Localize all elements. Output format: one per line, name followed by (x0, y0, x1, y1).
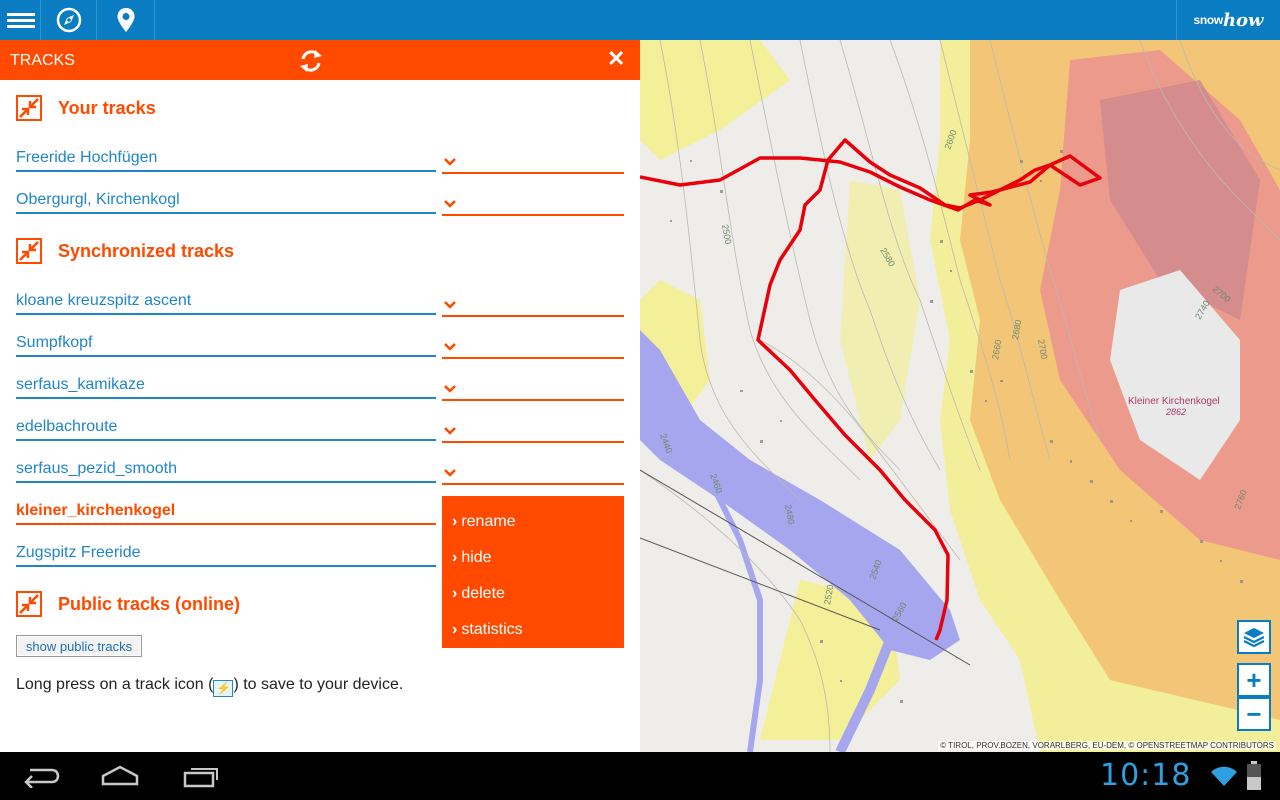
location-button[interactable] (97, 0, 155, 40)
track-context-menu: › rename › hide › delete › statistics (442, 496, 624, 648)
chevron-down-icon (444, 200, 456, 208)
track-row[interactable]: kloane kreuzspitz ascent (16, 281, 624, 317)
system-nav-bar: 10:18 (0, 752, 1280, 800)
top-bar: snow how (0, 0, 1280, 40)
section-synchronized-tracks[interactable]: Synchronized tracks (16, 236, 234, 266)
track-dropdown[interactable] (442, 180, 624, 216)
zoom-in-button[interactable]: + (1237, 663, 1271, 697)
track-name[interactable]: kloane kreuzspitz ascent (16, 281, 436, 315)
menu-item-delete[interactable]: › delete (452, 585, 505, 603)
layers-button[interactable] (1237, 620, 1271, 654)
menu-button[interactable] (0, 0, 41, 40)
chevron-down-icon (444, 469, 456, 477)
map-canvas[interactable]: 2600 2500 2580 2660 2700 2680 2740 2700 … (640, 40, 1280, 752)
track-row[interactable]: Freeride Hochfügen (16, 138, 624, 174)
chevron-down-icon (444, 301, 456, 309)
home-icon[interactable] (100, 764, 140, 788)
chevron-right-icon: › (452, 513, 458, 530)
track-dropdown[interactable] (442, 323, 624, 359)
hint-text: Long press on a track icon (⚡) to save t… (16, 676, 403, 697)
hint-before: Long press on a track icon ( (16, 676, 214, 693)
collapse-icon[interactable] (16, 238, 42, 264)
track-dropdown[interactable] (442, 138, 624, 174)
collapse-icon[interactable] (16, 95, 42, 121)
chevron-down-icon (444, 427, 456, 435)
track-name[interactable]: Zugspitz Freeride (16, 533, 436, 567)
brand-suffix: how (1222, 9, 1264, 31)
menu-item-label: statistics (461, 621, 523, 638)
tracks-panel: TRACKS ✕ Your tracks Freeride Hochfügen … (0, 40, 640, 752)
section-title: Synchronized tracks (58, 240, 235, 261)
track-name[interactable]: edelbachroute (16, 407, 436, 441)
hamburger-icon (7, 13, 35, 28)
track-row[interactable]: edelbachroute (16, 407, 624, 443)
menu-item-label: rename (461, 513, 516, 530)
brand-prefix: snow (1193, 13, 1223, 27)
track-dropdown[interactable] (442, 281, 624, 317)
recent-apps-icon[interactable] (182, 764, 220, 788)
show-public-tracks-button[interactable]: show public tracks (16, 635, 142, 657)
track-name[interactable]: Freeride Hochfügen (16, 138, 436, 172)
panel-header: TRACKS ✕ (0, 40, 640, 80)
map-attribution: © TIROL, PROV.BOZEN, VORARLBERG, EU-DEM,… (938, 741, 1276, 750)
track-name[interactable]: Sumpfkopf (16, 323, 436, 357)
compass-icon (56, 7, 81, 33)
track-name[interactable]: serfaus_kamikaze (16, 365, 436, 399)
track-name[interactable]: Obergurgl, Kirchenkogl (16, 180, 436, 214)
track-dropdown[interactable] (442, 365, 624, 401)
peak-elevation: 2862 (1165, 407, 1186, 417)
section-title: Public tracks (online) (58, 593, 241, 614)
chevron-right-icon: › (452, 585, 458, 602)
track-row[interactable]: Sumpfkopf (16, 323, 624, 359)
track-dropdown[interactable] (442, 407, 624, 443)
brand-logo: snow how (1176, 0, 1280, 40)
track-row[interactable]: serfaus_pezid_smooth (16, 449, 624, 485)
back-icon[interactable] (22, 764, 60, 788)
menu-item-hide[interactable]: › hide (452, 549, 492, 567)
compass-button[interactable] (41, 0, 97, 40)
status-clock: 10:18 (1100, 758, 1192, 793)
section-title: Your tracks (58, 97, 156, 118)
wifi-icon (1211, 766, 1237, 786)
chevron-down-icon (444, 158, 456, 166)
chevron-down-icon (444, 343, 456, 351)
location-pin-icon (117, 8, 134, 32)
hint-after: ) to save to your device. (233, 676, 404, 693)
collapse-icon[interactable] (16, 591, 42, 617)
menu-item-statistics[interactable]: › statistics (452, 621, 523, 639)
track-dropdown[interactable] (442, 449, 624, 485)
section-your-tracks[interactable]: Your tracks (16, 93, 156, 123)
map-view[interactable]: 2600 2500 2580 2660 2700 2680 2740 2700 … (640, 40, 1280, 752)
track-row[interactable]: Obergurgl, Kirchenkogl (16, 180, 624, 216)
menu-item-rename[interactable]: › rename (452, 513, 516, 531)
battery-icon (1247, 761, 1261, 790)
track-name[interactable]: kleiner_kirchenkogel (16, 491, 436, 525)
menu-item-label: delete (461, 585, 505, 602)
sync-icon[interactable] (298, 48, 324, 74)
peak-label: Kleiner Kirchenkogel (1128, 396, 1220, 407)
contour-label: 2500 (720, 224, 733, 245)
menu-item-label: hide (461, 549, 492, 566)
layers-icon (1243, 628, 1265, 648)
close-icon[interactable]: ✕ (607, 48, 625, 70)
chevron-down-icon (444, 385, 456, 393)
panel-title: TRACKS (10, 52, 75, 69)
track-name[interactable]: serfaus_pezid_smooth (16, 449, 436, 483)
section-public-tracks[interactable]: Public tracks (online) (16, 589, 240, 619)
chevron-right-icon: › (452, 621, 458, 638)
track-save-icon: ⚡ (213, 680, 234, 697)
track-row[interactable]: serfaus_kamikaze (16, 365, 624, 401)
zoom-out-button[interactable]: − (1237, 697, 1271, 731)
chevron-right-icon: › (452, 549, 458, 566)
